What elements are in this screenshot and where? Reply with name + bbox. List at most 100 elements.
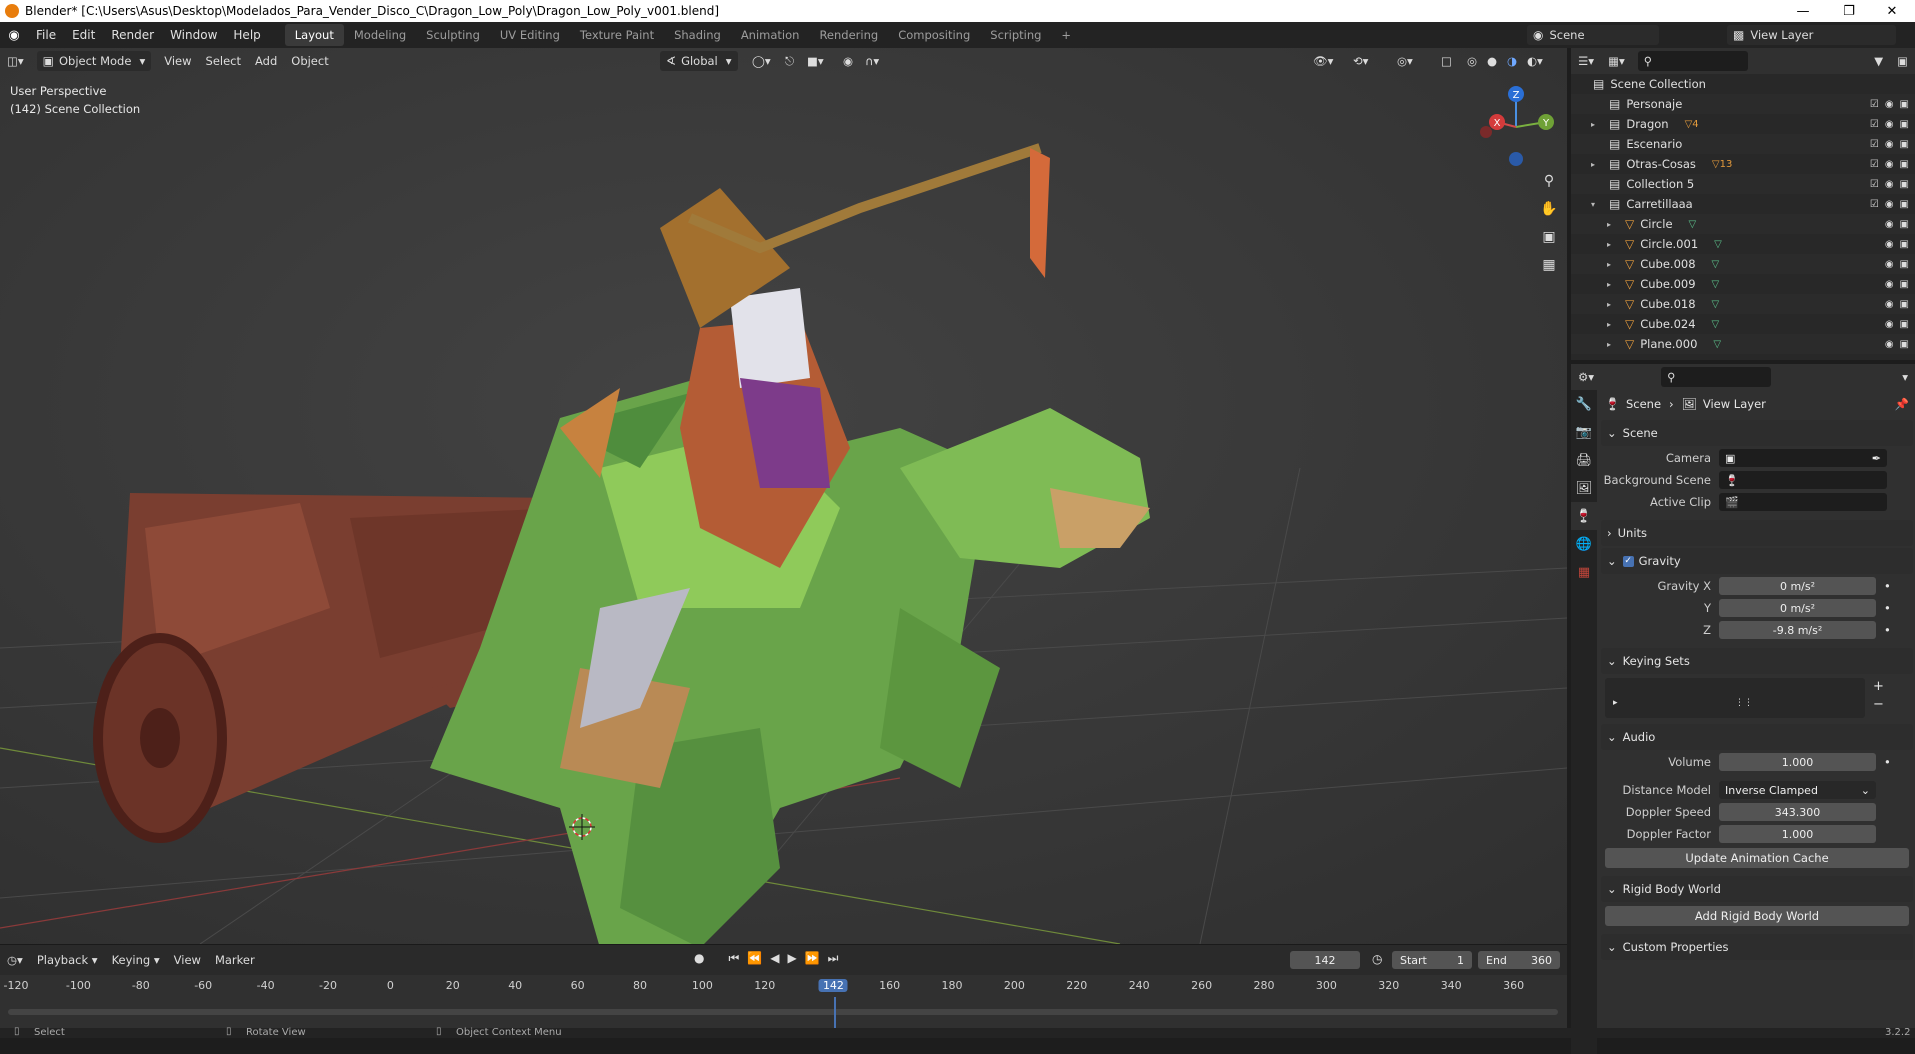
render-camera-icon[interactable]: ▣ — [1900, 139, 1909, 150]
view-layer-tab-icon[interactable]: 🖼 — [1571, 474, 1597, 502]
timeline-menu-view[interactable]: View — [167, 950, 208, 970]
gizmo-toggle-icon[interactable]: ⟲▾ — [1346, 51, 1375, 71]
eye-icon[interactable]: ◉ — [1885, 339, 1894, 350]
expand-arrow-icon[interactable]: ▾ — [1591, 200, 1603, 209]
timeline-ruler[interactable]: -120 -100 -80 -60 -40 -20 0 20 40 60 80 100 120 142 16… — [0, 975, 1567, 997]
eye-icon[interactable]: ◉ — [1885, 299, 1894, 310]
snap-icon[interactable]: ⎋ — [778, 51, 801, 71]
outliner-root[interactable]: ▤ Scene Collection — [1571, 74, 1915, 94]
editor-type-icon[interactable]: ◫▾ — [0, 51, 31, 71]
tab-rendering[interactable]: Rendering — [809, 24, 888, 46]
record-icon[interactable]: ● — [694, 951, 704, 966]
eye-icon[interactable]: ◉ — [1885, 119, 1894, 130]
render-camera-icon[interactable]: ▣ — [1900, 99, 1909, 110]
eye-icon[interactable]: ◉ — [1885, 239, 1894, 250]
close-window-button[interactable]: ✕ — [1869, 0, 1915, 22]
expand-arrow-icon[interactable]: ▸ — [1607, 300, 1619, 309]
camera-view-icon[interactable]: ▣ — [1536, 224, 1562, 250]
viewport-menu-view[interactable]: View — [157, 51, 198, 71]
view-layer-selector[interactable]: ▩ View Layer — [1727, 25, 1897, 45]
tab-layout[interactable]: Layout — [284, 24, 344, 46]
current-frame-field[interactable]: 142 — [1290, 951, 1360, 969]
filter-icon[interactable]: ▼ — [1867, 51, 1890, 71]
render-camera-icon[interactable]: ▣ — [1900, 199, 1909, 210]
eye-icon[interactable]: ◉ — [1885, 139, 1894, 150]
keyframe-dot-icon[interactable]: • — [1884, 755, 1891, 769]
texture-tab-icon[interactable]: ▦ — [1571, 558, 1597, 586]
timeline-editor-type-icon[interactable]: ◷▾ — [0, 950, 30, 970]
exclude-checkbox-icon[interactable]: ☑ — [1870, 199, 1879, 210]
navigation-gizmo[interactable]: Z Y X — [1476, 82, 1566, 172]
keyframe-next-icon[interactable]: ⏩ — [805, 951, 820, 966]
eye-icon[interactable]: ◉ — [1885, 219, 1894, 230]
outliner-row[interactable]: ▸ ▽ Cube.008 ▽ ◉ ▣ — [1571, 254, 1915, 274]
snap-target-icon[interactable]: ■▾ — [800, 51, 831, 71]
properties-editor-type-icon[interactable]: ⚙▾ — [1571, 367, 1601, 387]
tab-modeling[interactable]: Modeling — [344, 24, 416, 46]
render-camera-icon[interactable]: ▣ — [1900, 179, 1909, 190]
play-icon[interactable]: ▶ — [787, 951, 796, 966]
xray-icon[interactable]: □ — [1434, 51, 1459, 71]
audio-panel-header[interactable]: ⌄ Audio — [1601, 724, 1913, 750]
expand-arrow-icon[interactable]: ▸ — [1607, 260, 1619, 269]
scene-panel-header[interactable]: ⌄ Scene — [1601, 420, 1913, 446]
render-camera-icon[interactable]: ▣ — [1900, 239, 1909, 250]
start-frame-field[interactable]: Start 1 — [1392, 951, 1472, 969]
keyframe-dot-icon[interactable]: • — [1884, 601, 1891, 615]
outliner-row[interactable]: ▸ ▽ Cube.009 ▽ ◉ ▣ — [1571, 274, 1915, 294]
expand-arrow-icon[interactable]: ▸ — [1607, 280, 1619, 289]
jump-start-icon[interactable]: ⏮ — [728, 951, 739, 966]
visibility-icon[interactable]: 👁▾ — [1306, 51, 1340, 71]
gravity-checkbox[interactable]: ✓ — [1622, 555, 1634, 567]
pin-icon[interactable]: 📌 — [1895, 397, 1909, 411]
outliner-row[interactable]: ▸ ▽ Plane.000 ▽ ◉ ▣ — [1571, 334, 1915, 354]
volume-field[interactable]: 1.000 — [1719, 753, 1876, 771]
falloff-icon[interactable]: ∩▾ — [858, 51, 886, 71]
clock-icon[interactable]: ◷ — [1372, 952, 1382, 966]
3d-viewport[interactable]: ◫▾ ▣ Object Mode ▾ View Select Add Objec… — [0, 48, 1567, 944]
minimize-button[interactable]: — — [1780, 0, 1826, 22]
gravity-panel-header[interactable]: ⌄ ✓ Gravity — [1601, 548, 1913, 574]
gravity-y-field[interactable]: 0 m/s² — [1719, 599, 1876, 617]
outliner-row[interactable]: ▸ ▽ Cube.018 ▽ ◉ ▣ — [1571, 294, 1915, 314]
tool-tab-icon[interactable]: 🔧 — [1571, 390, 1597, 418]
menu-render[interactable]: Render — [103, 28, 162, 42]
keying-sets-list[interactable]: ▸ ⋮⋮ — [1605, 678, 1865, 718]
eye-icon[interactable]: ◉ — [1885, 199, 1894, 210]
menu-edit[interactable]: Edit — [64, 28, 103, 42]
render-camera-icon[interactable]: ▣ — [1900, 339, 1909, 350]
background-scene-field[interactable]: 🍷 — [1719, 471, 1887, 489]
tab-uv-editing[interactable]: UV Editing — [490, 24, 570, 46]
proportional-edit-icon[interactable]: ◉ — [836, 51, 860, 71]
menu-help[interactable]: Help — [225, 28, 268, 42]
eye-icon[interactable]: ◉ — [1885, 99, 1894, 110]
units-panel-header[interactable]: › Units — [1601, 520, 1913, 546]
tab-texture-paint[interactable]: Texture Paint — [570, 24, 664, 46]
outliner-row[interactable]: ▾ ▤ Carretillaaa ☑ ◉ ▣ — [1571, 194, 1915, 214]
viewport-menu-select[interactable]: Select — [199, 51, 248, 71]
menu-file[interactable]: File — [28, 28, 64, 42]
eye-icon[interactable]: ◉ — [1885, 319, 1894, 330]
exclude-checkbox-icon[interactable]: ☑ — [1870, 99, 1879, 110]
eyedropper-icon[interactable]: ✒ — [1872, 452, 1881, 465]
exclude-checkbox-icon[interactable]: ☑ — [1870, 159, 1879, 170]
camera-field[interactable]: ▣ ✒ — [1719, 449, 1887, 467]
display-mode-icon[interactable]: ▦▾ — [1601, 51, 1632, 71]
eye-icon[interactable]: ◉ — [1885, 259, 1894, 270]
timeline-menu-keying[interactable]: Keying ▾ — [105, 950, 167, 970]
keyframe-dot-icon[interactable]: • — [1884, 579, 1891, 593]
gravity-x-field[interactable]: 0 m/s² — [1719, 577, 1876, 595]
render-camera-icon[interactable]: ▣ — [1900, 219, 1909, 230]
expand-arrow-icon[interactable]: ▸ — [1591, 120, 1603, 129]
doppler-speed-field[interactable]: 343.300 — [1719, 803, 1876, 821]
eye-icon[interactable]: ◉ — [1885, 159, 1894, 170]
render-camera-icon[interactable]: ▣ — [1900, 299, 1909, 310]
outliner-row[interactable]: ▸ ▤ Otras-Cosas ▽13 ☑ ◉ ▣ — [1571, 154, 1915, 174]
render-camera-icon[interactable]: ▣ — [1900, 279, 1909, 290]
expand-icon[interactable]: ▸ — [1613, 698, 1618, 708]
add-rigid-body-world-button[interactable]: Add Rigid Body World — [1605, 906, 1909, 926]
expand-arrow-icon[interactable]: ▸ — [1607, 220, 1619, 229]
pivot-icon[interactable]: ◯▾ — [745, 51, 778, 71]
timeline-menu-playback[interactable]: Playback ▾ — [30, 950, 105, 970]
timeline-menu-marker[interactable]: Marker — [208, 950, 262, 970]
